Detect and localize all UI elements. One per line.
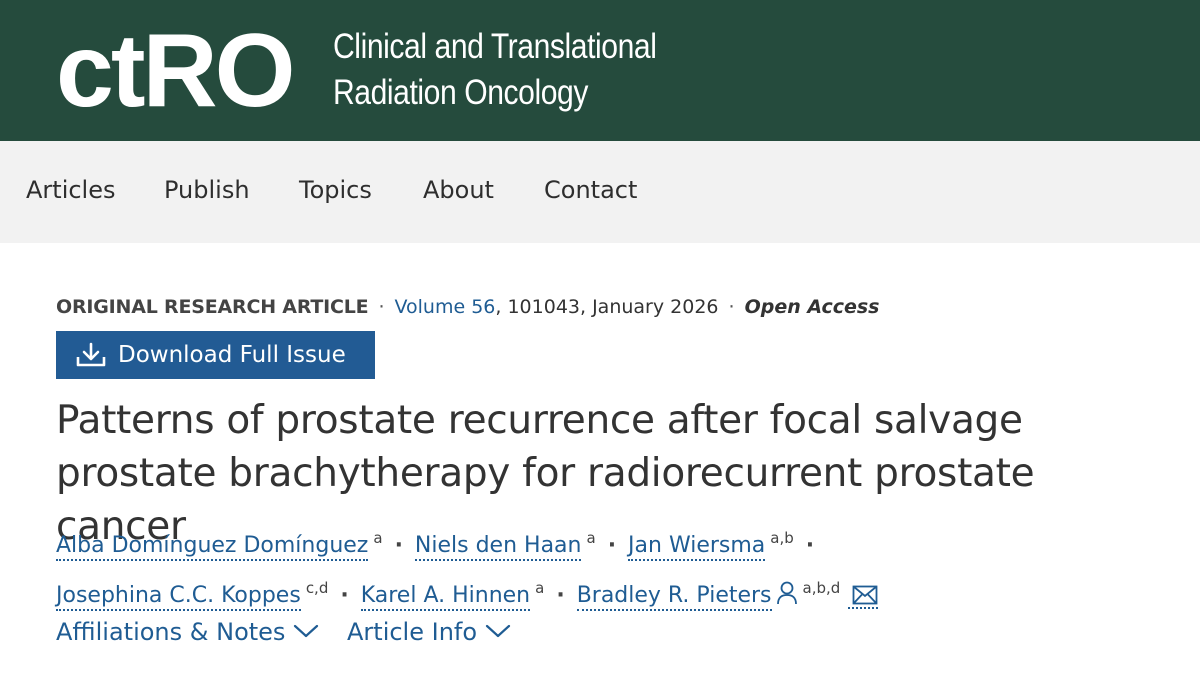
author-affiliation-marker: a: [535, 579, 545, 597]
email-author-link[interactable]: [848, 585, 879, 609]
affiliations-notes-toggle[interactable]: Affiliations & Notes: [56, 616, 319, 648]
author-link[interactable]: Niels den Haan: [414, 533, 582, 561]
download-full-issue-button[interactable]: Download Full Issue: [56, 331, 375, 379]
author-affiliation-marker: a: [373, 529, 383, 547]
affiliations-notes-label: Affiliations & Notes: [56, 618, 286, 646]
chevron-down-icon: [294, 624, 319, 638]
author-separator: ·: [805, 533, 815, 558]
article-info-label: Article Info: [347, 618, 478, 646]
author-affiliation-marker: a,b,d: [802, 579, 841, 597]
author-separator: ·: [607, 533, 617, 558]
author-affiliation-marker: a: [586, 529, 596, 547]
author-list: Alba Domínguez Domínguez a · Niels den Haan…: [56, 517, 1156, 617]
download-button-label: Download Full Issue: [118, 342, 346, 368]
author-affiliation-marker: c,d: [305, 579, 329, 597]
journal-name-line-2: Radiation Oncology: [333, 73, 588, 112]
person-icon[interactable]: [776, 581, 798, 605]
nav-item-articles[interactable]: Articles: [26, 175, 116, 205]
author-separator: ·: [394, 533, 403, 558]
author-row: Alba Domínguez Domínguez a · Niels den Haan…: [56, 517, 1156, 567]
open-access-label: Open Access: [744, 296, 880, 318]
download-icon: [76, 342, 106, 367]
meta-separator: ·: [378, 296, 385, 318]
nav-item-publish[interactable]: Publish: [164, 175, 250, 205]
author-link[interactable]: Bradley R. Pieters: [576, 583, 772, 611]
article-type: ORIGINAL RESEARCH ARTICLE: [56, 296, 369, 318]
author-link[interactable]: Alba Domínguez Domínguez: [56, 533, 369, 561]
chevron-down-icon: [485, 624, 511, 638]
journal-masthead: ctRO Clinical and Translational Radiatio…: [0, 0, 1200, 141]
author-link[interactable]: Karel A. Hinnen: [360, 583, 531, 611]
nav-item-topics[interactable]: Topics: [299, 175, 372, 205]
journal-name-line-1: Clinical and Translational: [333, 27, 657, 66]
article-meta: ORIGINAL RESEARCH ARTICLE · Volume 56, 101…: [56, 293, 880, 321]
issue-details: , 101043, January 2026: [495, 296, 719, 318]
nav-item-about[interactable]: About: [423, 175, 494, 205]
main-nav: Articles Publish Topics About Contact: [0, 141, 1200, 243]
nav-item-contact[interactable]: Contact: [544, 175, 637, 205]
mail-icon: [852, 585, 878, 605]
author-link[interactable]: Jan Wiersma: [628, 533, 766, 561]
journal-logo[interactable]: ctRO: [56, 6, 295, 136]
journal-name[interactable]: Clinical and Translational Radiation Onc…: [333, 24, 657, 116]
volume-link[interactable]: Volume 56: [395, 296, 496, 318]
article-info-toggle[interactable]: Article Info: [347, 616, 511, 648]
author-separator: ·: [340, 583, 349, 608]
author-link[interactable]: Josephina C.C. Koppes: [56, 583, 301, 611]
author-row: Josephina C.C. Koppes c,d · Karel A. Hinnen…: [56, 567, 1156, 617]
author-affiliation-marker: a,b: [770, 529, 794, 547]
meta-separator: ·: [728, 296, 735, 318]
author-separator: ·: [556, 583, 565, 608]
